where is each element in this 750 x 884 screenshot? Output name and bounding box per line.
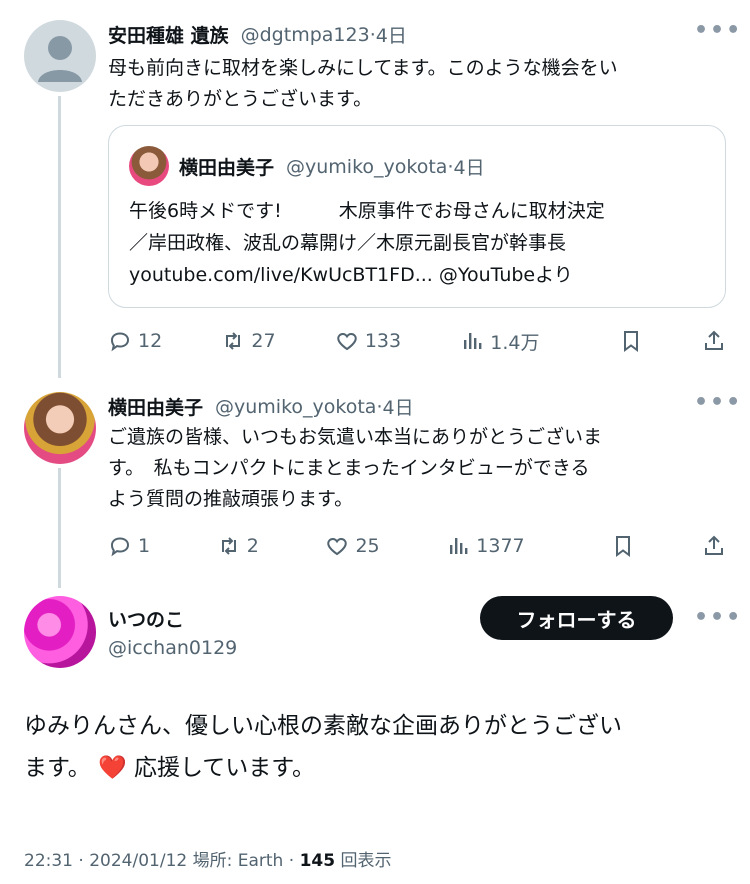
retweet-count: 27	[251, 330, 276, 352]
reply-count: 12	[138, 330, 163, 352]
follow-button[interactable]: フォローする	[480, 596, 673, 640]
quote-timestamp[interactable]: 4日	[454, 153, 485, 180]
tweet1-text-line1: 母も前向きに取材を楽しみにしてます。このような機会をい	[108, 57, 618, 79]
timestamp[interactable]: 4日	[383, 393, 414, 420]
avatar-yokota[interactable]	[24, 392, 96, 464]
quote-line2: ／岸田政権、波乱の幕開け／木原元副長官が幹事長	[129, 232, 567, 254]
main-text-line2: ます。 ❤️ 応援しています。	[24, 747, 622, 789]
like-count: 133	[364, 330, 402, 352]
author-name[interactable]: いつのこ	[108, 605, 184, 632]
thread-line	[58, 96, 61, 378]
views-button[interactable]: 1377	[446, 534, 525, 558]
like-count: 25	[355, 535, 380, 557]
quote-link[interactable]: youtube.com/live/KwUcBT1FD... @YouTubeより	[129, 259, 605, 291]
quoted-tweet[interactable]: 横田由美子 @yumiko_yokota · 4日 午後6時メドです! 木原事件…	[108, 125, 726, 308]
main-text-line1: ゆみりんさん、優しい心根の素敵な企画ありがとうござい	[24, 713, 622, 739]
reply-icon	[110, 537, 130, 557]
main-tweet-text: ゆみりんさん、優しい心根の素敵な企画ありがとうござい ます。 ❤️ 応援していま…	[24, 705, 622, 789]
tweet2-text-line3: よう質問の推敲頑張ります。	[108, 488, 354, 510]
reply-button[interactable]: 12	[108, 329, 162, 353]
tweet1-actions: 12 27 133 1.4万	[108, 326, 726, 356]
main-text-post: 応援しています。	[133, 755, 315, 781]
more-icon[interactable]: •••	[694, 390, 742, 415]
meta-views-count: 145	[299, 851, 336, 871]
tweet2-actions: 1 2 25 1377	[108, 531, 726, 561]
author-handle[interactable]: @dgtmpa123	[241, 24, 370, 46]
tweet1-text-line2: ただきありがとうございます。	[108, 88, 373, 110]
reply-button[interactable]: 1	[108, 534, 150, 558]
default-avatar-icon	[38, 36, 82, 82]
main-text-pre: ます。	[24, 755, 91, 781]
views-count: 1377	[476, 535, 525, 557]
tweet2-text-line2: す。 私もコンパクトにまとまったインタビューができる	[108, 457, 590, 479]
quote-author-name[interactable]: 横田由美子	[179, 153, 274, 180]
thread-line	[58, 468, 61, 588]
quote-header: 横田由美子 @yumiko_yokota · 4日	[179, 153, 485, 180]
more-icon[interactable]: •••	[694, 18, 742, 43]
meta-time[interactable]: 22:31	[24, 851, 73, 871]
tweet1-header: 安田種雄 遺族 @dgtmpa123 · 4日	[108, 21, 407, 48]
like-button[interactable]: 25	[325, 534, 380, 558]
tweet1-text: 母も前向きに取材を楽しみにしてます。このような機会をい ただきありがとうございま…	[108, 53, 618, 115]
retweet-button[interactable]: 2	[217, 534, 259, 558]
timestamp[interactable]: 4日	[376, 21, 407, 48]
more-icon[interactable]: •••	[694, 605, 742, 630]
author-handle[interactable]: @icchan0129	[108, 637, 237, 659]
avatar-default[interactable]	[24, 20, 96, 92]
like-icon	[337, 332, 357, 351]
tweet2-text: ご遺族の皆様、いつもお気遣い本当にありがとうございま す。 私もコンパクトにまと…	[108, 422, 602, 515]
like-icon	[327, 537, 348, 556]
meta-location: 場所: Earth	[192, 851, 284, 871]
bookmark-button[interactable]	[611, 534, 635, 558]
bookmark-icon	[616, 536, 631, 557]
quote-text: 午後6時メドです! 木原事件でお母さんに取材決定 ／岸田政権、波乱の幕開け／木原…	[129, 195, 605, 291]
tweet-meta: 22:31 · 2024/01/12 場所: Earth · 145 回表示	[24, 846, 391, 871]
separator: ·	[73, 851, 90, 871]
retweet-count: 2	[246, 535, 259, 557]
avatar-yokota-small[interactable]	[129, 146, 169, 186]
share-button[interactable]	[702, 534, 726, 558]
author-name[interactable]: 横田由美子	[108, 393, 203, 420]
meta-views-label: 回表示	[340, 851, 392, 871]
author-handle[interactable]: @yumiko_yokota	[215, 396, 376, 418]
views-icon	[464, 333, 482, 349]
tweet2-text-line1: ご遺族の皆様、いつもお気遣い本当にありがとうございま	[108, 426, 603, 448]
author-name[interactable]: 安田種雄 遺族	[108, 21, 229, 48]
heart-emoji: ❤️	[98, 755, 127, 781]
quote-author-handle[interactable]: @yumiko_yokota	[286, 156, 447, 178]
meta-date[interactable]: 2024/01/12	[89, 851, 187, 871]
reply-icon	[110, 332, 130, 352]
share-icon	[704, 330, 723, 350]
avatar-icchan[interactable]	[24, 596, 96, 668]
bookmark-button[interactable]	[619, 329, 643, 353]
retweet-icon	[221, 537, 236, 555]
quote-line1: 午後6時メドです! 木原事件でお母さんに取材決定	[129, 200, 605, 222]
views-button[interactable]: 1.4万	[460, 328, 540, 355]
tweet2-header: 横田由美子 @yumiko_yokota · 4日	[108, 393, 414, 420]
retweet-icon	[226, 332, 241, 350]
retweet-button[interactable]: 27	[221, 329, 276, 353]
like-button[interactable]: 133	[335, 329, 401, 353]
views-icon	[450, 538, 468, 554]
reply-count: 1	[138, 535, 151, 557]
separator: ·	[283, 851, 300, 871]
share-button[interactable]	[702, 329, 726, 353]
bookmark-icon	[623, 331, 638, 352]
views-count: 1.4万	[490, 331, 540, 354]
share-icon	[704, 535, 723, 555]
